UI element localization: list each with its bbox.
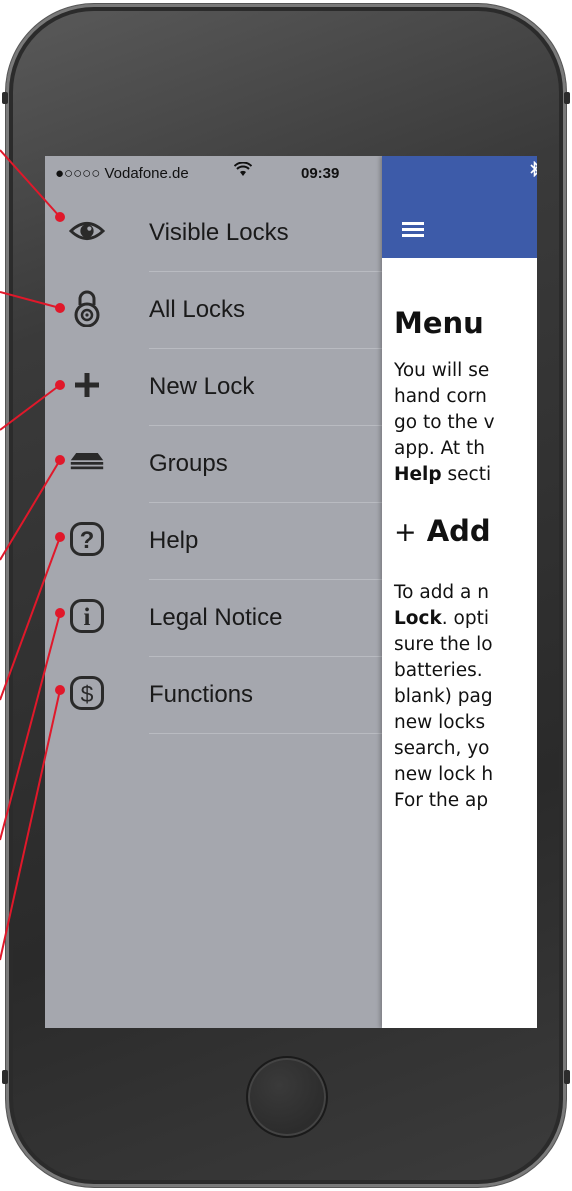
callout-dot [55,608,65,618]
callout-dot [55,212,65,222]
callout-dot [55,303,65,313]
callout-dot [55,380,65,390]
callout-dot [55,685,65,695]
callout-lines [0,149,65,961]
callout-dot [55,455,65,465]
callout-dot [55,532,65,542]
